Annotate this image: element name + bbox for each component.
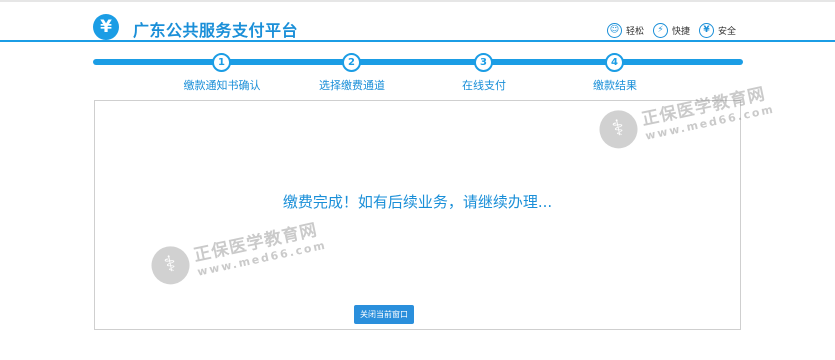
feature-easy: ☺ 轻松	[607, 22, 645, 38]
step-3-circle: 3	[474, 53, 493, 72]
header-divider	[0, 40, 835, 42]
step-4-circle: 4	[605, 53, 624, 72]
completion-message: 缴费完成！如有后续业务，请继续办理...	[282, 193, 553, 211]
progress-track	[93, 59, 743, 65]
watermark-logo-icon: ⚕	[147, 242, 194, 288]
close-window-button[interactable]: 关闭当前窗口	[354, 305, 414, 324]
site-title: 广东公共服务支付平台	[133, 21, 299, 40]
feature-badges: ☺ 轻松 ⚡ 快捷 ¥ 安全	[607, 21, 745, 39]
step-2-label: 选择缴费通道	[319, 79, 385, 92]
step-1-label: 缴款通知书确认	[183, 79, 261, 92]
yen-logo-icon: ¥	[93, 14, 119, 40]
smile-icon: ☺	[607, 22, 622, 38]
lightning-icon: ⚡	[653, 22, 669, 38]
step-3-label: 在线支付	[462, 79, 506, 92]
step-2-circle: 2	[342, 53, 361, 72]
header: ¥ 广东公共服务支付平台 ☺ 轻松 ⚡ 快捷 ¥ 安全	[0, 2, 835, 40]
watermark-logo-icon: ⚕	[595, 106, 642, 152]
feature-label: 轻松	[626, 26, 645, 37]
step-4-label: 缴款结果	[593, 79, 637, 92]
step-1-circle: 1	[212, 53, 231, 72]
feature-secure: ¥ 安全	[699, 22, 737, 38]
feature-fast: ⚡ 快捷	[653, 22, 691, 38]
shield-yen-icon: ¥	[699, 22, 715, 38]
feature-label: 安全	[718, 26, 737, 37]
feature-label: 快捷	[672, 26, 691, 37]
